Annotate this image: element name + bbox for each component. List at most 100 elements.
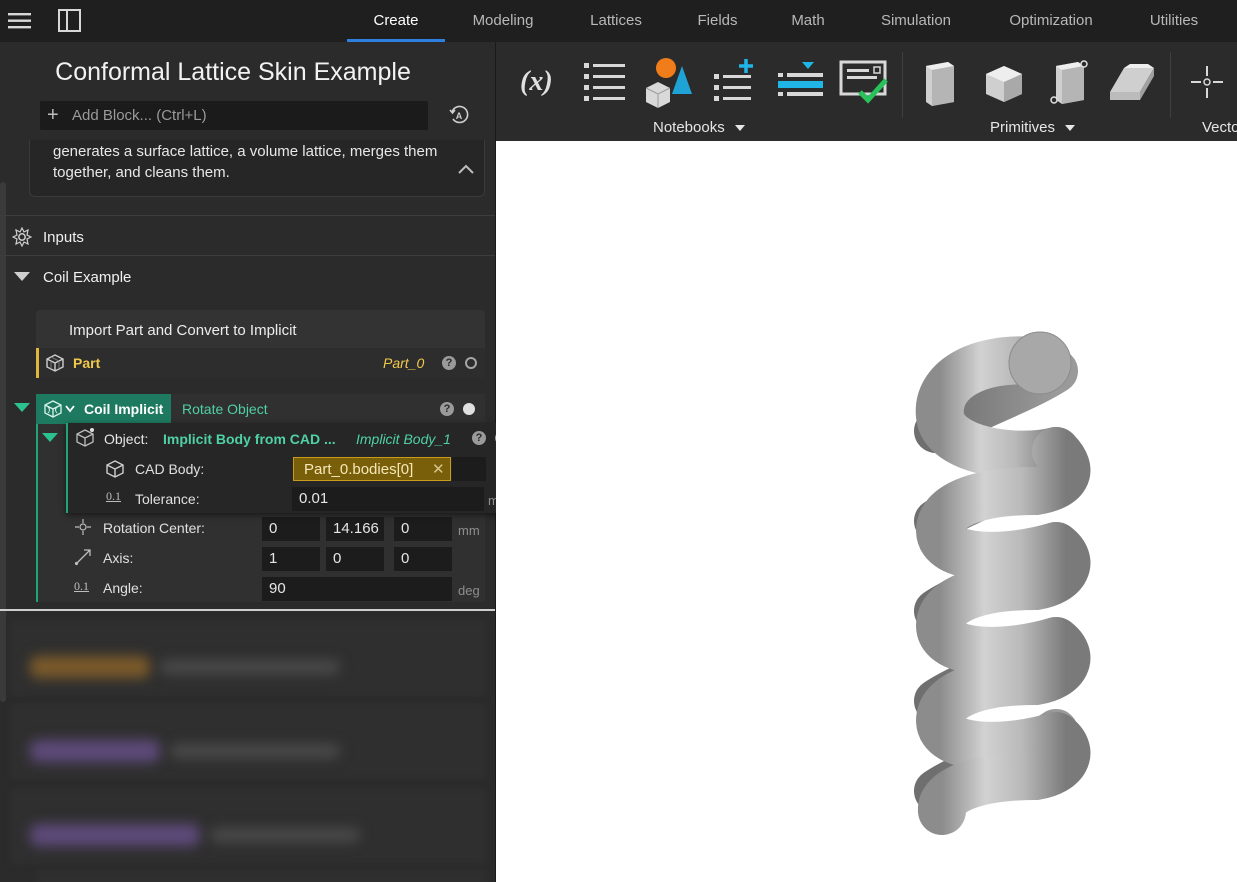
blurred-block [30,656,150,678]
scalar-icon: 0.1 [74,579,89,593]
chevron-up-icon[interactable] [457,162,475,176]
variable-icon: (x) [520,66,553,97]
chevron-down-icon[interactable] [65,405,75,413]
rotation-center-label: Rotation Center: [103,520,205,536]
description-card: generates a surface lattice, a volume la… [29,140,485,197]
tab-optimization[interactable]: Optimization [992,0,1110,42]
object-label: Object: [104,431,149,447]
add-block-field[interactable]: + [40,101,428,130]
svg-text:A: A [456,111,463,121]
notebook-title[interactable]: Conformal Lattice Skin Example [0,58,466,87]
rotation-center-x-field[interactable]: 0 [262,517,320,541]
axis-z-field[interactable]: 0 [394,547,452,571]
coil-spring-model[interactable] [496,141,1237,882]
angle-field[interactable]: 90 [262,577,452,601]
object-variable-name[interactable]: Implicit Body_1 [356,431,451,447]
rotation-center-unit: mm [458,523,480,538]
caret-down-icon [734,125,745,132]
caret-down-icon [1065,125,1076,132]
cad-body-value: Part_0.bodies[0] [304,461,414,478]
shapes-icon[interactable] [640,54,696,110]
caret-down-icon[interactable] [14,272,30,282]
blurred-block [30,824,200,846]
tab-modeling[interactable]: Modeling [455,0,551,42]
notebook-description: generates a surface lattice, a volume la… [53,143,438,181]
ribbon-separator [1170,52,1171,118]
validate-icon[interactable] [836,54,892,110]
3d-viewport[interactable] [496,141,1237,882]
angle-unit: deg [458,583,480,598]
point-icon[interactable] [1179,54,1235,110]
add-list-icon[interactable] [708,54,764,110]
tolerance-field[interactable]: 0.01 [292,487,484,511]
insert-list-icon[interactable] [772,54,828,110]
divider [0,609,495,611]
vector-group-label[interactable]: Vecto [1202,119,1237,136]
output-port-icon[interactable] [463,403,475,415]
variable-button[interactable]: (x) [512,54,568,110]
caret-down-icon[interactable] [14,403,30,413]
inputs-label: Inputs [43,229,84,246]
output-port-icon[interactable] [465,357,477,369]
coil-example-label: Coil Example [43,269,132,286]
tab-math[interactable]: Math [776,0,840,42]
coil-implicit-name[interactable]: Coil Implicit [84,401,163,417]
cad-body-label: CAD Body: [135,461,205,477]
hamburger-menu-icon[interactable] [7,8,33,34]
coil-implicit-block-header[interactable]: Coil Implicit Rotate Object ? [36,394,485,424]
tolerance-label: Tolerance: [135,491,200,507]
coil-implicit-name-box[interactable]: Coil Implicit [36,394,171,424]
divider [0,215,495,216]
object-input-popup[interactable]: Object: Implicit Body from CAD ... Impli… [42,423,516,513]
plus-icon: + [47,104,59,126]
cad-body-reference-chip[interactable]: Part_0.bodies[0] ✕ [293,457,451,481]
tab-lattices[interactable]: Lattices [572,0,660,42]
cuboid-points-icon[interactable] [1040,54,1096,110]
notebooks-group-label[interactable]: Notebooks [653,119,745,136]
rotate-object-label[interactable]: Rotate Object [182,401,268,417]
primitives-group-label[interactable]: Primitives [990,119,1076,136]
scalar-icon: 0.1 [106,489,121,503]
blurred-block [30,740,160,762]
cube-icon[interactable] [976,54,1032,110]
ribbon-separator [902,52,903,118]
caret-down-icon[interactable] [42,433,58,443]
list-icon[interactable] [578,54,634,110]
part-label: Part [73,355,101,371]
cad-body-field[interactable] [452,457,486,481]
part-variable-name[interactable]: Part_0 [383,355,424,371]
part-output-row[interactable]: Part Part_0 ? [36,348,485,378]
top-tab-bar: Create Modeling Lattices Fields Math Sim… [0,0,1237,42]
blurred-block [160,660,340,674]
implicit-body-icon [76,428,94,447]
inputs-section[interactable]: Inputs [0,218,495,256]
angle-label: Angle: [103,580,143,596]
rotation-center-z-field[interactable]: 0 [394,517,452,541]
create-ribbon: (x) Notebooks Primitives Vecto [496,42,1237,141]
add-block-input[interactable] [72,101,422,130]
help-icon[interactable]: ? [442,356,456,370]
cad-part-icon [106,460,124,478]
import-part-block[interactable]: Import Part and Convert to Implicit Part… [36,310,485,378]
coil-example-section[interactable]: Coil Example [0,258,495,296]
axis-label: Axis: [103,550,134,566]
help-icon[interactable]: ? [440,402,454,416]
clear-reference-icon[interactable]: ✕ [432,460,445,478]
parallelepiped-icon[interactable] [1104,54,1160,110]
implicit-body-icon [44,400,62,418]
axis-y-field[interactable]: 0 [326,547,384,571]
tab-fields[interactable]: Fields [680,0,755,42]
rotation-center-icon [75,519,91,535]
help-icon[interactable]: ? [472,431,486,445]
tab-simulation[interactable]: Simulation [864,0,968,42]
rotation-center-y-field[interactable]: 14.166 [326,517,384,541]
divider [0,255,495,256]
auto-run-icon[interactable]: A [448,104,470,126]
axis-x-field[interactable]: 1 [262,547,320,571]
object-source-name[interactable]: Implicit Body from CAD ... [163,431,336,447]
panel-toggle-icon[interactable] [57,8,83,34]
tab-utilities[interactable]: Utilities [1132,0,1216,42]
cuboid-icon[interactable] [912,54,968,110]
blurred-block [210,828,360,842]
tab-create[interactable]: Create [347,0,445,42]
